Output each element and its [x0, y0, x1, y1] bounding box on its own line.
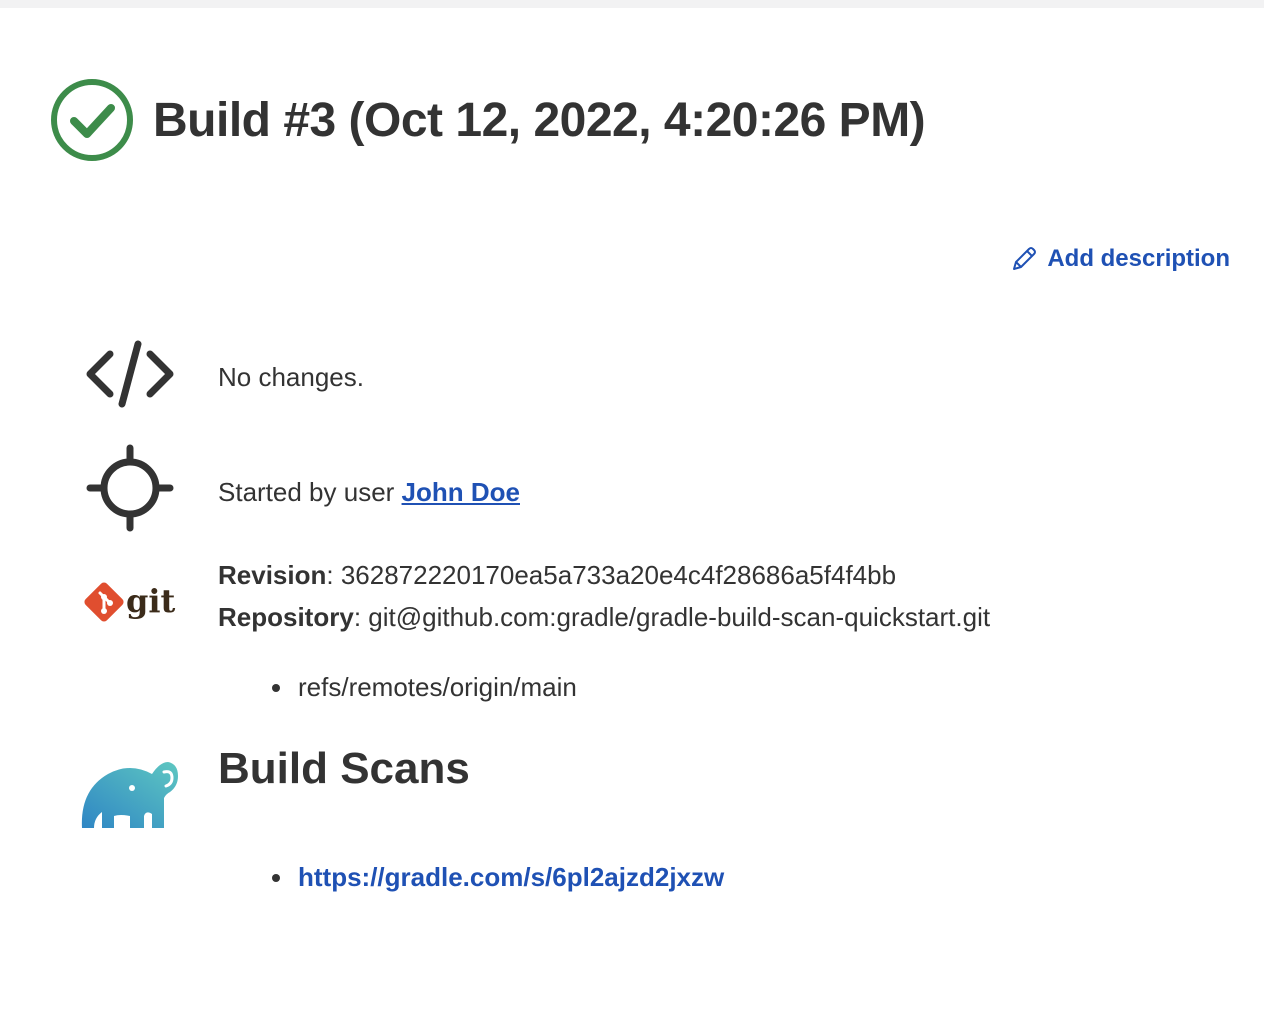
branch-list: refs/remotes/origin/main [258, 672, 577, 703]
user-link[interactable]: John Doe [402, 477, 520, 507]
page-title: Build #3 (Oct 12, 2022, 4:20:26 PM) [153, 93, 926, 147]
code-icon [86, 340, 174, 408]
repository-label: Repository [218, 602, 354, 632]
cause-prefix: Started by user [218, 477, 402, 507]
revision-value: 362872220170ea5a733a20e4c4f28686a5f4f4bb [340, 560, 897, 590]
build-header: Build #3 (Oct 12, 2022, 4:20:26 PM) [50, 78, 926, 162]
gradle-logo-wrap [80, 752, 180, 832]
build-page: Build #3 (Oct 12, 2022, 4:20:26 PM) Add … [0, 0, 1264, 1014]
cause-icon-wrap [80, 444, 180, 532]
build-scan-link[interactable]: https://gradle.com/s/6pl2ajzd2jxzw [298, 862, 724, 892]
changes-text: No changes. [218, 362, 364, 392]
repository-value: git@github.com:gradle/gradle-build-scan-… [368, 602, 991, 632]
git-logo-icon: git [84, 582, 176, 622]
revision-label: Revision [218, 560, 327, 590]
pencil-icon [1013, 247, 1037, 270]
list-item: refs/remotes/origin/main [258, 672, 577, 703]
git-logo-wrap: git [80, 576, 180, 628]
git-logo-text: git [126, 582, 176, 620]
changes-icon-wrap [80, 336, 180, 412]
build-scan-list: https://gradle.com/s/6pl2ajzd2jxzw [258, 862, 724, 893]
check-circle-icon [51, 79, 133, 161]
add-description-label: Add description [1047, 245, 1230, 272]
list-item: https://gradle.com/s/6pl2ajzd2jxzw [258, 862, 724, 893]
gradle-elephant-icon [81, 762, 178, 828]
revision-line: Revision: 362872220170ea5a733a20e4c4f286… [218, 560, 897, 590]
build-scans-title: Build Scans [218, 744, 470, 793]
crosshair-icon [86, 444, 174, 532]
cause-text: Started by user John Doe [218, 477, 520, 508]
add-description-button[interactable]: Add description [1009, 244, 1230, 274]
repository-line: Repository: git@github.com:gradle/gradle… [218, 602, 991, 632]
